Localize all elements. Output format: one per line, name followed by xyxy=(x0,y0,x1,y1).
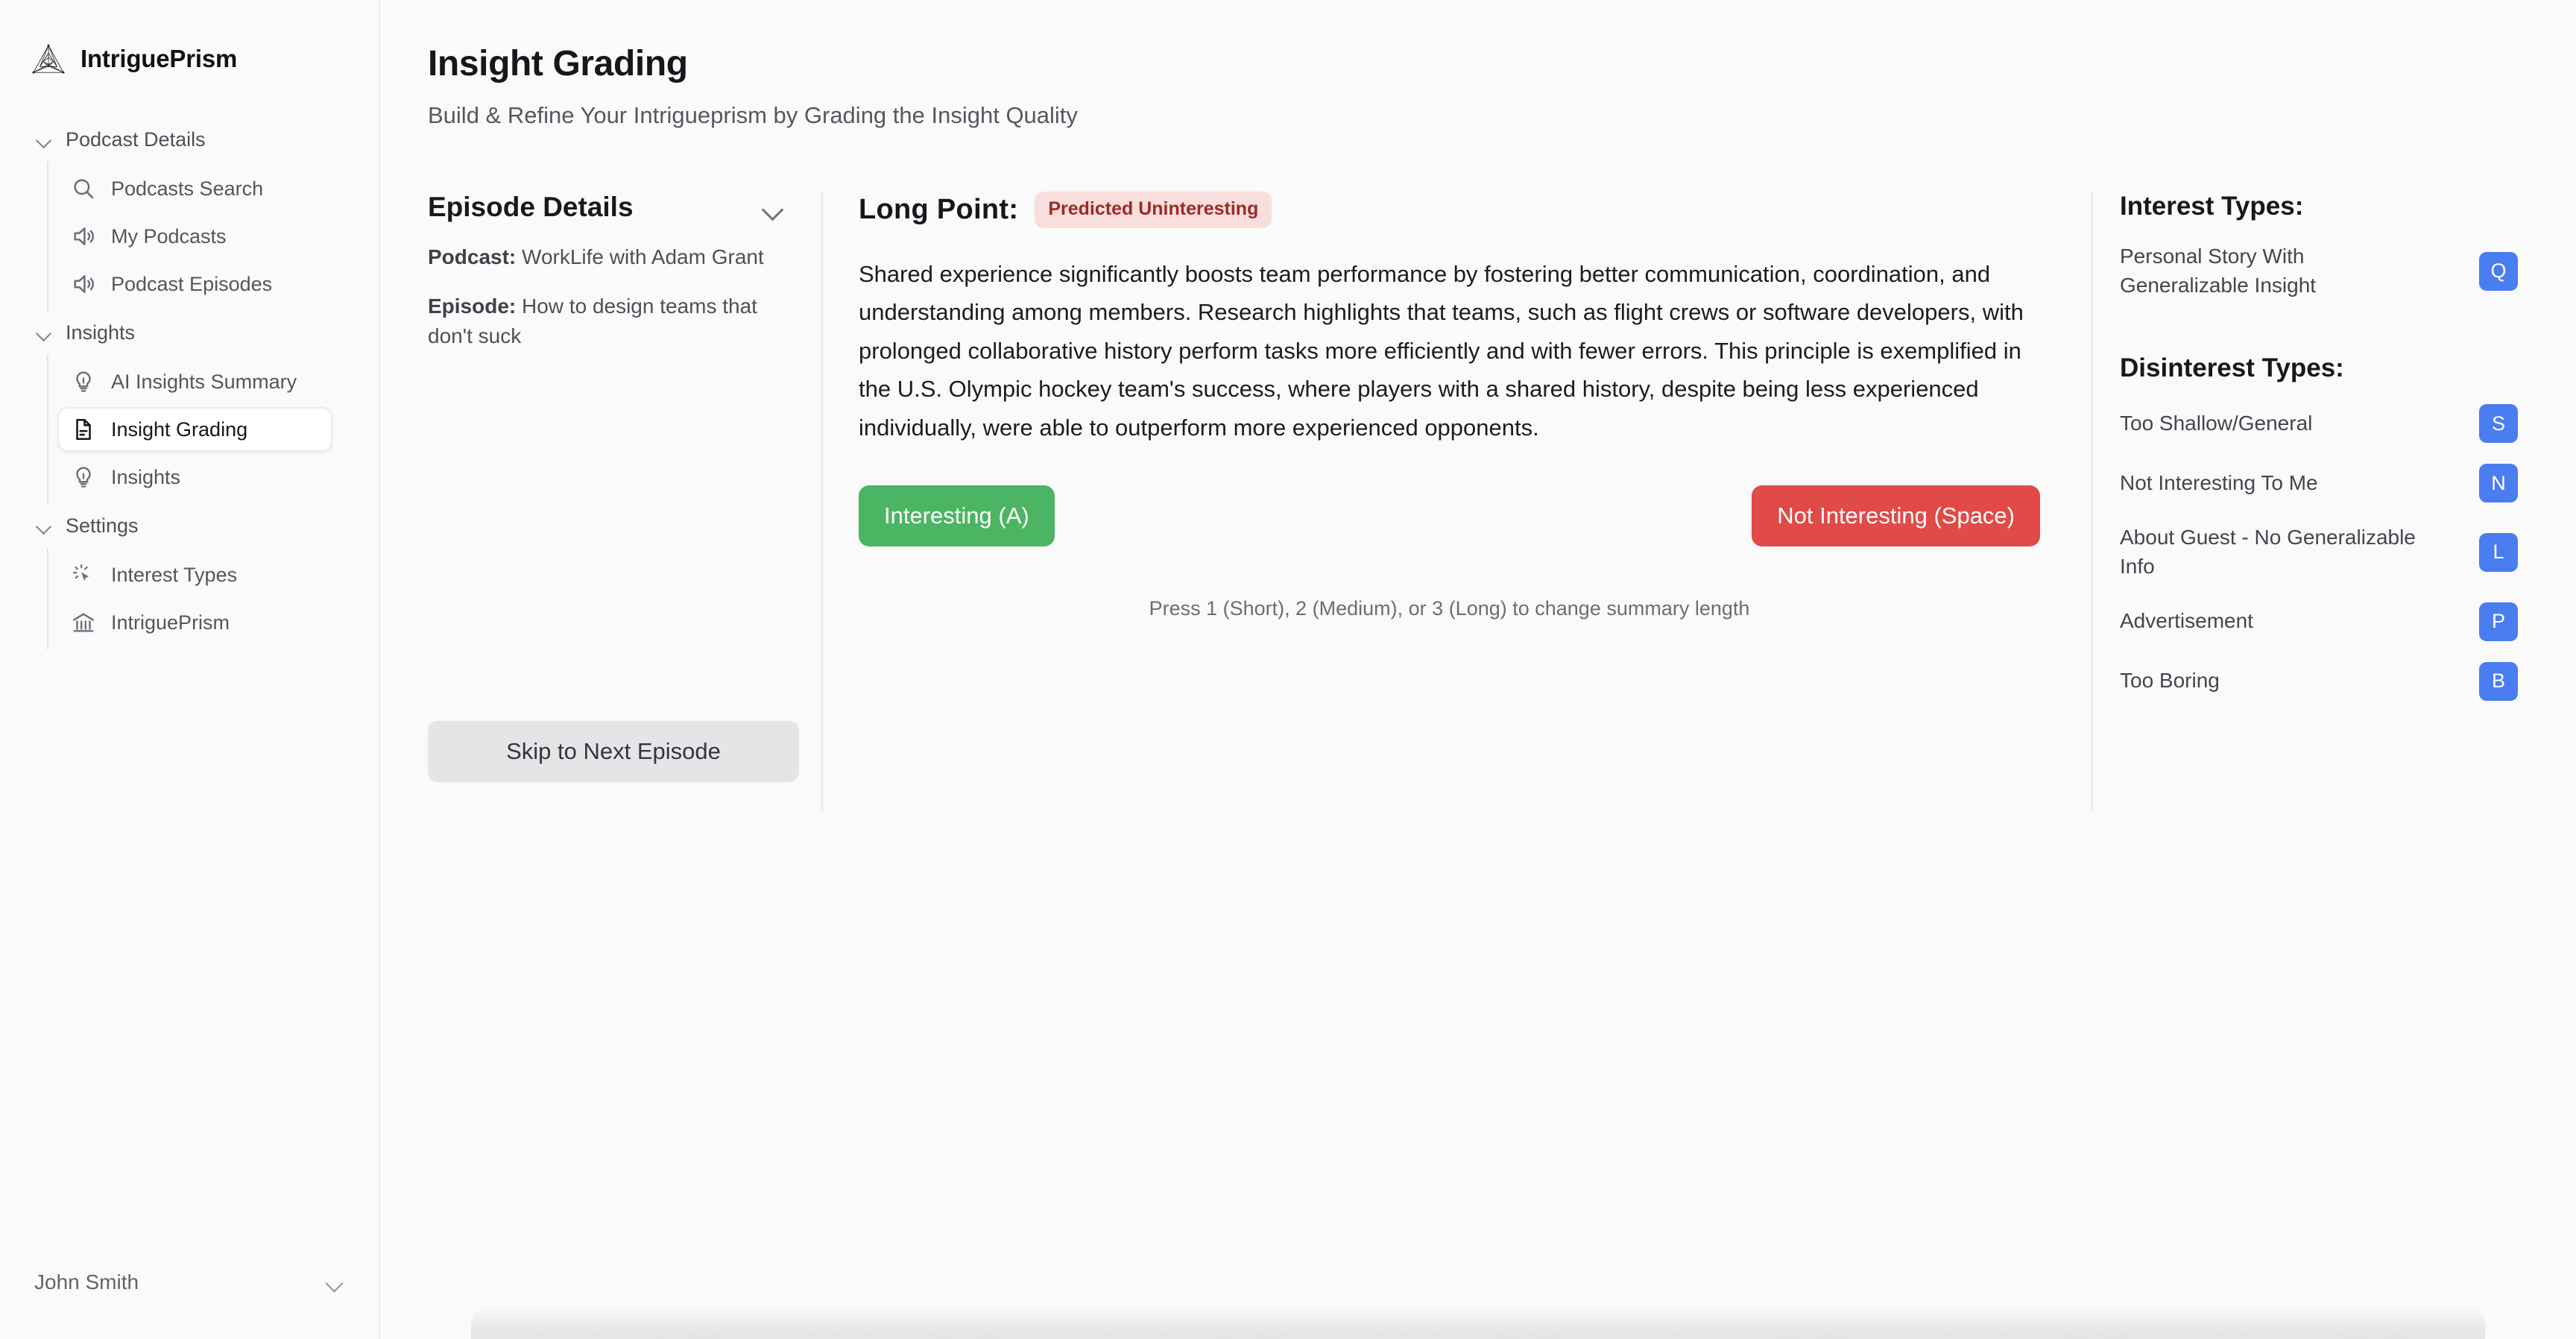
chevron-down-icon[interactable] xyxy=(762,198,784,220)
nav-group-header-settings[interactable]: Settings xyxy=(0,504,379,548)
brand-name: IntriguePrism xyxy=(80,45,238,72)
sidebar-item-label: Podcast Episodes xyxy=(111,272,273,295)
sidebar-item-my-podcasts[interactable]: My Podcasts xyxy=(57,214,379,259)
types-panel: Interest Types: Personal Story With Gene… xyxy=(2093,192,2524,810)
episode-details-title: Episode Details xyxy=(428,192,634,222)
bank-icon xyxy=(71,610,96,635)
point-header: Long Point: Predicted Uninteresting xyxy=(859,192,2053,228)
page-title: Insight Grading xyxy=(428,44,688,84)
episode-title-row: Episode: How to design teams that don't … xyxy=(428,292,795,351)
disinterest-type-label: Advertisement xyxy=(2120,609,2253,633)
nav-group-label: Settings xyxy=(66,514,139,537)
episode-title-label: Episode: xyxy=(428,294,517,318)
grading-buttons: Interesting (A) Not Interesting (Space) xyxy=(859,485,2040,547)
bottom-overlay-panel xyxy=(471,1306,2485,1339)
nav-group-label: Insights xyxy=(66,321,136,344)
disinterest-type-row[interactable]: Not Interesting To Me N xyxy=(2120,464,2524,503)
sidebar-item-interest-types[interactable]: Interest Types xyxy=(57,552,379,597)
page-subtitle: Build & Refine Your Intrigueprism by Gra… xyxy=(428,102,1078,128)
episode-podcast-value: WorkLife with Adam Grant xyxy=(522,245,764,268)
disinterest-type-label: Too Boring xyxy=(2120,669,2220,693)
nav-group-items: Podcasts Search My Podcasts Podcast Epis… xyxy=(47,162,379,311)
nav-group-header-insights[interactable]: Insights xyxy=(0,311,379,355)
speaker-icon xyxy=(71,224,96,249)
nav-group-header-podcast-details[interactable]: Podcast Details xyxy=(0,118,379,162)
user-menu[interactable]: John Smith xyxy=(0,1270,379,1339)
sidebar-item-intrigueprism[interactable]: IntriguePrism xyxy=(57,600,379,645)
disinterest-type-label: Too Shallow/General xyxy=(2120,411,2313,435)
lightbulb-icon xyxy=(71,464,96,490)
keyboard-hint: Press 1 (Short), 2 (Medium), or 3 (Long)… xyxy=(1149,597,1750,620)
interest-type-label: Personal Story With Generalizable Insigh… xyxy=(2120,245,2317,297)
disinterest-type-label: About Guest - No Generalizable Info xyxy=(2120,526,2416,578)
prediction-badge: Predicted Uninteresting xyxy=(1035,192,1272,228)
sidebar-item-label: Insight Grading xyxy=(111,418,248,441)
sidebar-item-podcasts-search[interactable]: Podcasts Search xyxy=(57,166,379,211)
page-header: Insight Grading Build & Refine Your Intr… xyxy=(380,0,2576,129)
app-root: IntriguePrism Podcast Details Podcasts S… xyxy=(0,0,2576,1339)
chevron-down-icon xyxy=(36,132,52,148)
search-icon xyxy=(71,176,96,201)
key-badge[interactable]: Q xyxy=(2479,251,2518,291)
disinterest-type-row[interactable]: About Guest - No Generalizable Info L xyxy=(2120,523,2524,581)
chevron-down-icon xyxy=(36,325,52,341)
sidebar: IntriguePrism Podcast Details Podcasts S… xyxy=(0,0,380,1339)
episode-podcast-label: Podcast: xyxy=(428,245,517,268)
sidebar-item-insights[interactable]: Insights xyxy=(57,455,379,500)
sidebar-item-label: My Podcasts xyxy=(111,224,227,248)
sidebar-item-podcast-episodes[interactable]: Podcast Episodes xyxy=(57,262,379,306)
sidebar-item-ai-insights-summary[interactable]: AI Insights Summary xyxy=(57,359,379,404)
key-badge[interactable]: L xyxy=(2479,532,2518,572)
user-name: John Smith xyxy=(34,1270,139,1294)
episode-podcast-row: Podcast: WorkLife with Adam Grant xyxy=(428,242,795,272)
nav-group-items: AI Insights Summary Insight Grading Insi… xyxy=(47,355,379,504)
brand[interactable]: IntriguePrism xyxy=(0,0,379,75)
lightbulb-icon xyxy=(71,369,96,394)
interest-type-row[interactable]: Personal Story With Generalizable Insigh… xyxy=(2120,242,2524,300)
point-panel: Long Point: Predicted Uninteresting Shar… xyxy=(823,192,2093,810)
nav-group-settings: Settings Interest Types IntriguePrism xyxy=(0,504,379,649)
sidebar-nav: Podcast Details Podcasts Search My Podca… xyxy=(0,118,379,649)
sidebar-item-label: Podcasts Search xyxy=(111,177,264,200)
disinterest-type-row[interactable]: Too Boring B xyxy=(2120,661,2524,701)
main-content: Insight Grading Build & Refine Your Intr… xyxy=(380,0,2576,1339)
key-badge[interactable]: P xyxy=(2479,602,2518,641)
interest-types-title: Interest Types: xyxy=(2120,192,2304,221)
point-length-label: Long Point: xyxy=(859,194,1019,225)
chevron-down-icon[interactable] xyxy=(325,1273,344,1292)
point-body-text: Shared experience significantly boosts t… xyxy=(859,261,2024,441)
sidebar-item-insight-grading[interactable]: Insight Grading xyxy=(57,407,332,452)
not-interesting-button[interactable]: Not Interesting (Space) xyxy=(1752,485,2040,547)
grading-layout: Episode Details Podcast: WorkLife with A… xyxy=(428,192,2576,810)
episode-details-panel: Episode Details Podcast: WorkLife with A… xyxy=(428,192,823,810)
cursor-sparkle-icon xyxy=(71,562,96,587)
chevron-down-icon xyxy=(36,518,52,535)
disinterest-type-label: Not Interesting To Me xyxy=(2120,470,2318,494)
nav-group-label: Podcast Details xyxy=(66,128,206,151)
interesting-button[interactable]: Interesting (A) xyxy=(859,485,1055,547)
nav-group-items: Interest Types IntriguePrism xyxy=(47,548,379,649)
nav-group-podcast-details: Podcast Details Podcasts Search My Podca… xyxy=(0,118,379,311)
episode-details-header[interactable]: Episode Details xyxy=(428,192,795,223)
disinterest-types-title: Disinterest Types: xyxy=(2120,353,2344,383)
nav-group-insights: Insights AI Insights Summary Insight Gra… xyxy=(0,311,379,504)
prism-logo-icon xyxy=(31,43,66,75)
key-badge[interactable]: N xyxy=(2479,464,2518,503)
sidebar-item-label: Insights xyxy=(111,465,181,488)
document-icon xyxy=(71,417,96,442)
sidebar-item-label: Interest Types xyxy=(111,563,238,586)
disinterest-type-row[interactable]: Too Shallow/General S xyxy=(2120,404,2524,444)
key-badge[interactable]: B xyxy=(2479,661,2518,701)
key-badge[interactable]: S xyxy=(2479,404,2518,444)
skip-to-next-episode-button[interactable]: Skip to Next Episode xyxy=(428,721,799,782)
speaker-icon xyxy=(71,271,96,297)
sidebar-item-label: IntriguePrism xyxy=(111,611,230,634)
sidebar-item-label: AI Insights Summary xyxy=(111,370,297,393)
disinterest-type-row[interactable]: Advertisement P xyxy=(2120,602,2524,641)
